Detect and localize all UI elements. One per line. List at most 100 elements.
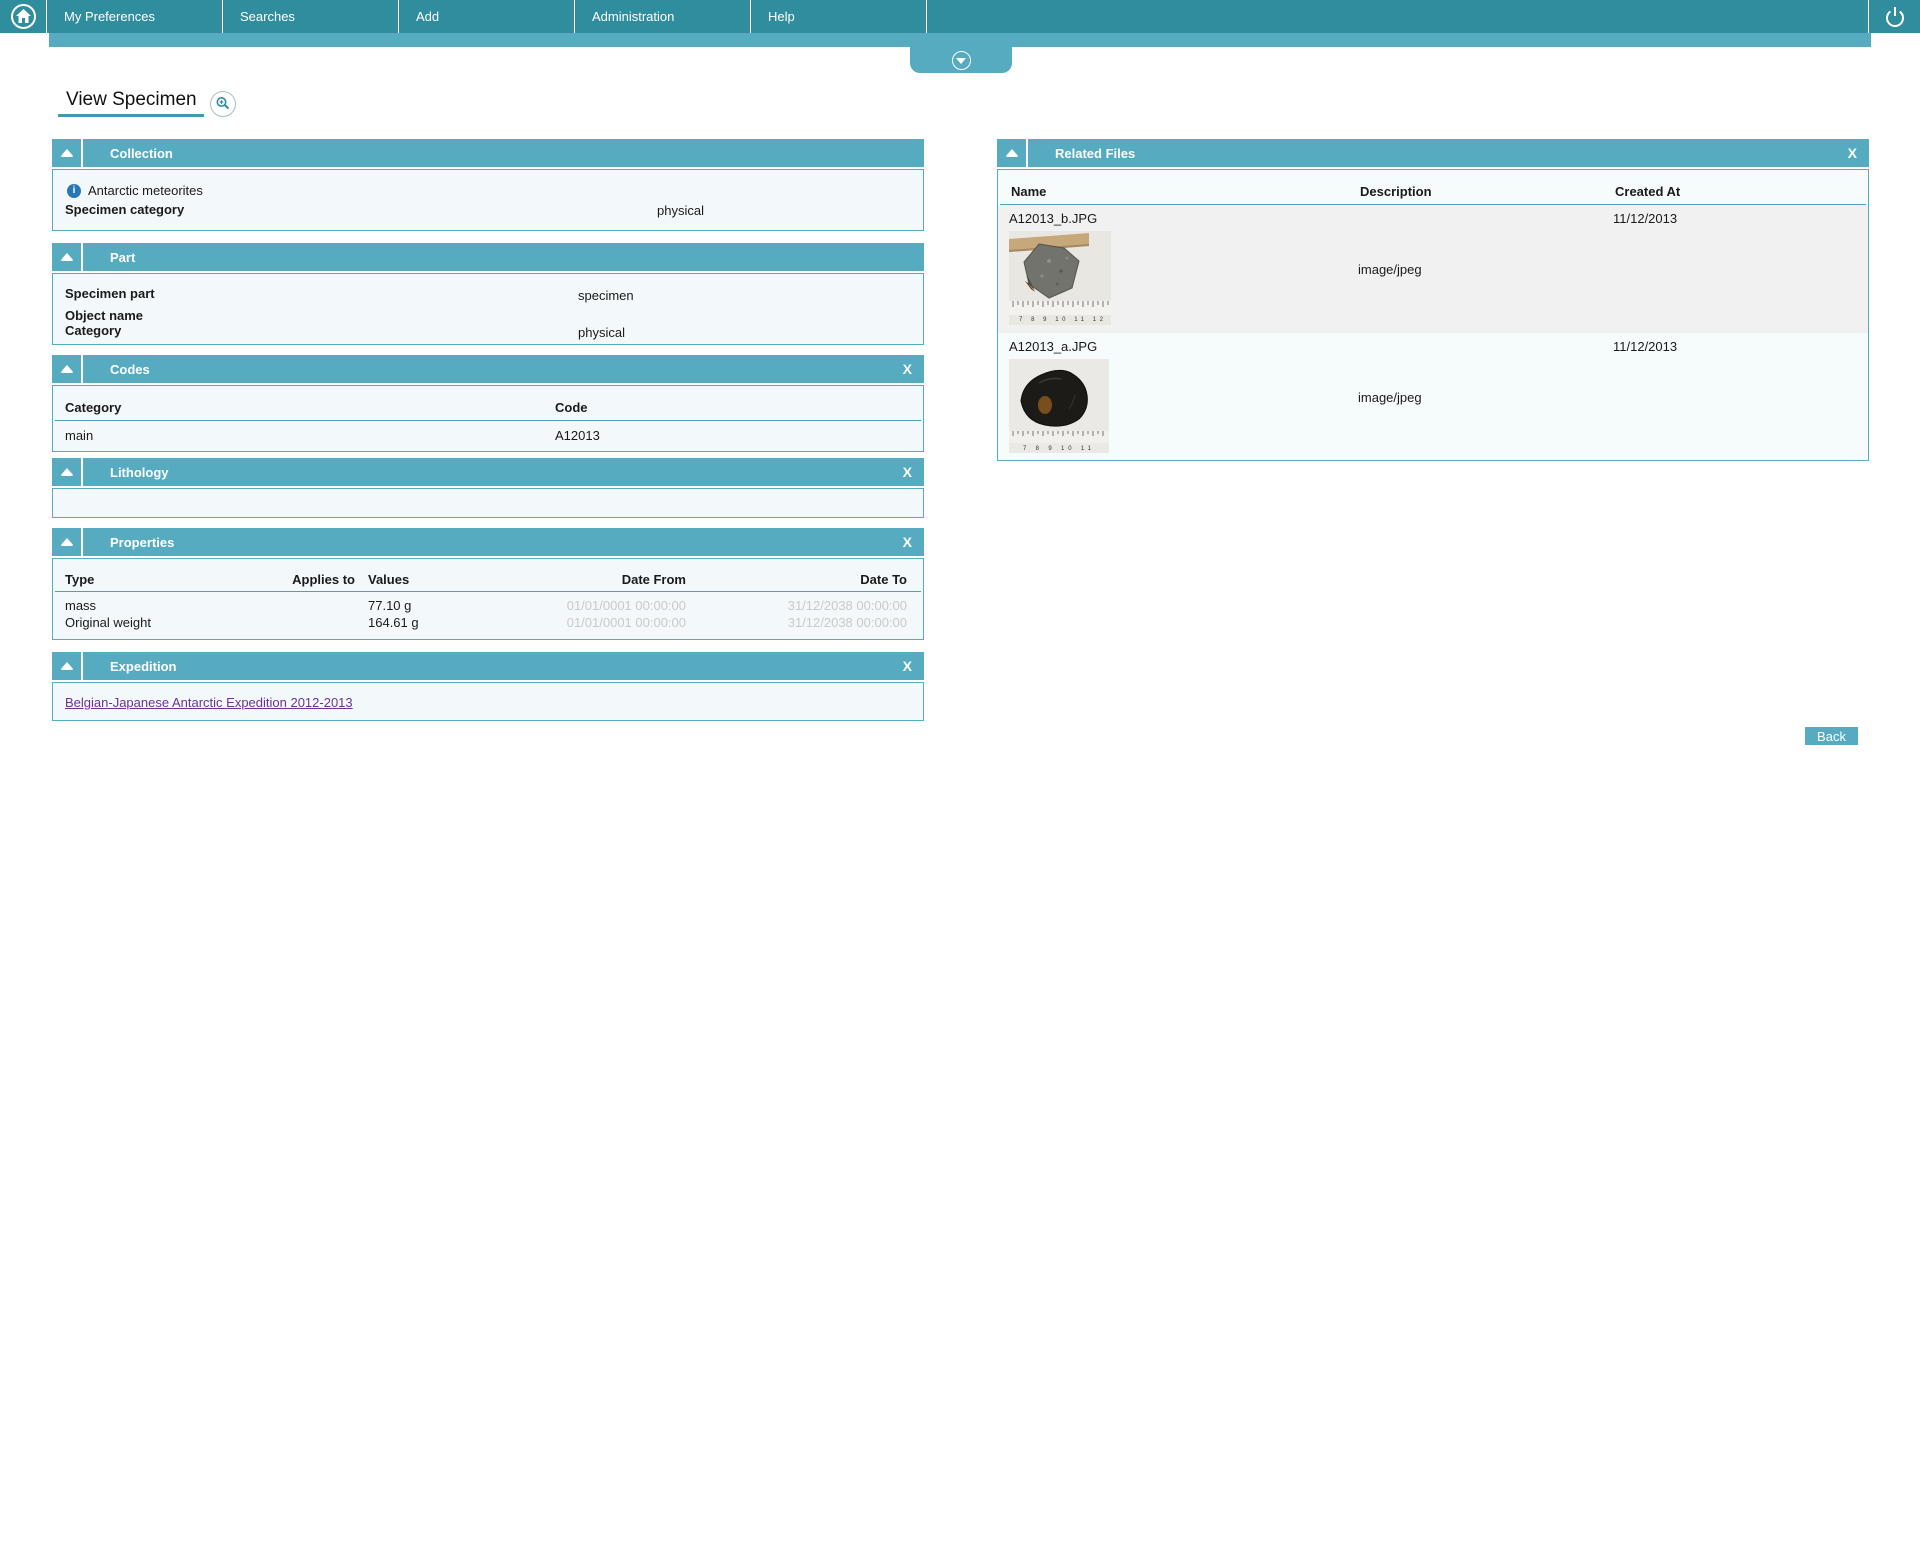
codes-category-value: main (65, 428, 94, 443)
lithology-panel-body (52, 488, 924, 518)
nav-item-searches[interactable]: Searches (223, 0, 399, 33)
expedition-panel: Expedition X Belgian-Japanese Antarctic … (52, 652, 924, 721)
codes-panel: Codes X Category Code main A12013 (52, 355, 924, 452)
triangle-up-icon (59, 253, 74, 261)
part-collapse-button[interactable] (52, 243, 83, 271)
related-files-header-description: Description (1360, 184, 1432, 199)
nav-item-add[interactable]: Add (399, 0, 575, 33)
property-type: Original weight (65, 615, 151, 630)
codes-header-code: Code (555, 400, 588, 415)
properties-panel: Properties X Type Applies to Values Date… (52, 528, 924, 640)
part-panel-header: Part (52, 243, 924, 271)
part-panel-title: Part (110, 249, 136, 265)
lithology-panel: Lithology X (52, 458, 924, 518)
collection-collapse-button[interactable] (52, 139, 83, 167)
table-row[interactable]: A12013_a.JPG 7 8 9 10 11 image/jpeg 11/1… (998, 333, 1868, 461)
file-description: image/jpeg (1358, 261, 1422, 277)
properties-close-button[interactable]: X (903, 535, 912, 549)
collection-name: Antarctic meteorites (88, 183, 203, 198)
table-row: mass 77.10 g 01/01/0001 00:00:00 31/12/2… (55, 597, 921, 614)
codes-panel-title: Codes (110, 361, 150, 377)
properties-header-date-from: Date From (621, 572, 686, 587)
logout-button[interactable] (1868, 0, 1920, 33)
home-icon (10, 4, 36, 29)
property-date-to: 31/12/2038 00:00:00 (787, 615, 907, 630)
file-name: A12013_a.JPG (1009, 339, 1098, 354)
specimen-part-label: Specimen part (65, 286, 155, 301)
codes-close-button[interactable]: X (903, 362, 912, 376)
specimen-category-label: Specimen category (65, 202, 185, 217)
properties-header-applies-to: Applies to (292, 572, 355, 587)
file-thumbnail-meteorite-cut-face[interactable]: 7 8 9 10 11 12 (1009, 231, 1111, 325)
property-date-from: 01/01/0001 00:00:00 (566, 598, 686, 613)
nav-item-help[interactable]: Help (751, 0, 927, 33)
property-date-to: 31/12/2038 00:00:00 (787, 598, 907, 613)
category-label: Category (65, 323, 122, 338)
collection-panel-header: Collection (52, 139, 924, 167)
related-files-collapse-button[interactable] (997, 139, 1028, 167)
properties-collapse-button[interactable] (52, 528, 83, 556)
file-created-at: 11/12/2013 (1613, 211, 1678, 226)
properties-panel-header: Properties X (52, 528, 924, 556)
collection-panel: Collection i Antarctic meteorites Specim… (52, 139, 924, 231)
object-name-label: Object name (65, 308, 144, 323)
codes-code-value: A12013 (555, 428, 600, 443)
codes-table-header: Category Code (55, 386, 921, 421)
related-files-header-created-at: Created At (1615, 184, 1681, 199)
properties-table-header: Type Applies to Values Date From Date To (55, 559, 921, 592)
expedition-panel-header: Expedition X (52, 652, 924, 680)
specimen-part-value: specimen (578, 288, 634, 303)
page-title: View Specimen (66, 89, 197, 110)
properties-header-date-to: Date To (860, 572, 907, 587)
expedition-link[interactable]: Belgian-Japanese Antarctic Expedition 20… (65, 695, 353, 710)
property-date-from: 01/01/0001 00:00:00 (566, 615, 686, 630)
lithology-collapse-button[interactable] (52, 458, 83, 486)
property-value: 77.10 g (368, 598, 412, 613)
chevron-down-icon (951, 50, 971, 70)
power-icon (1885, 6, 1904, 27)
nav-item-administration[interactable]: Administration (575, 0, 751, 33)
lithology-panel-title: Lithology (110, 464, 169, 480)
triangle-up-icon (1004, 149, 1019, 157)
part-panel: Part Specimen part specimen Object name … (52, 243, 924, 345)
sub-nav-bar (49, 33, 1871, 47)
nav-item-my-preferences[interactable]: My Preferences (47, 0, 223, 33)
expedition-close-button[interactable]: X (903, 659, 912, 673)
triangle-up-icon (59, 538, 74, 546)
file-thumbnail-meteorite-crust[interactable]: 7 8 9 10 11 (1009, 359, 1109, 453)
codes-header-category: Category (65, 400, 122, 415)
table-row[interactable]: A12013_b.JPG 7 8 9 10 11 12 image/jpeg 1… (998, 205, 1868, 333)
related-files-header-name: Name (1011, 184, 1047, 199)
triangle-up-icon (59, 365, 74, 373)
triangle-up-icon (59, 662, 74, 670)
property-applies-to (245, 597, 355, 614)
related-files-close-button[interactable]: X (1848, 146, 1857, 160)
lithology-close-button[interactable]: X (903, 465, 912, 479)
codes-panel-header: Codes X (52, 355, 924, 383)
home-button[interactable] (0, 0, 47, 33)
view-search-button[interactable] (210, 91, 236, 117)
collection-panel-body: i Antarctic meteorites Specimen category… (52, 169, 924, 231)
expedition-panel-title: Expedition (110, 658, 177, 674)
properties-panel-title: Properties (110, 534, 175, 550)
expedition-panel-body: Belgian-Japanese Antarctic Expedition 20… (52, 682, 924, 721)
expand-menu-tab[interactable] (910, 47, 1012, 73)
related-files-panel-body: Name Description Created At A12013_b.JPG (997, 169, 1869, 461)
table-row: Original weight 164.61 g 01/01/0001 00:0… (55, 614, 921, 631)
back-button[interactable]: Back (1805, 727, 1858, 745)
property-value: 164.61 g (368, 615, 419, 630)
codes-panel-body: Category Code main A12013 (52, 385, 924, 452)
expedition-collapse-button[interactable] (52, 652, 83, 680)
table-row: main A12013 (55, 421, 921, 453)
properties-panel-body: Type Applies to Values Date From Date To… (52, 558, 924, 640)
part-panel-body: Specimen part specimen Object name Categ… (52, 273, 924, 345)
category-value: physical (578, 325, 625, 340)
page-title-underline (58, 114, 204, 117)
specimen-category-value: physical (657, 203, 704, 218)
codes-collapse-button[interactable] (52, 355, 83, 383)
collection-panel-title: Collection (110, 145, 173, 161)
properties-header-values: Values (368, 572, 410, 587)
file-created-at: 11/12/2013 (1613, 339, 1678, 354)
properties-header-type: Type (65, 572, 95, 587)
file-name: A12013_b.JPG (1009, 211, 1098, 226)
